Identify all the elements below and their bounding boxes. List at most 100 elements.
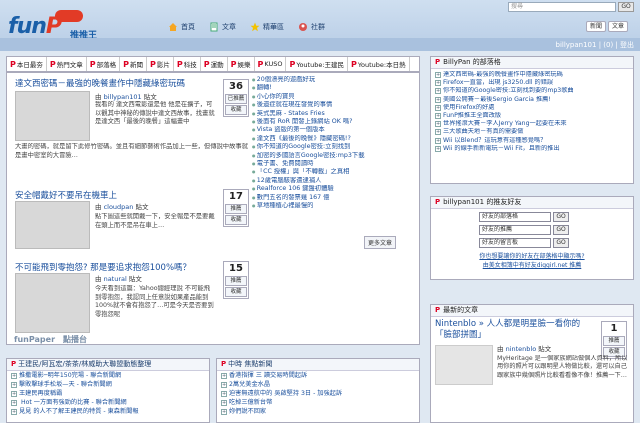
go-button[interactable]: GO [553,212,569,222]
favorite-button[interactable]: 收藏 [225,215,247,225]
list-item[interactable]: 加密的多國語言Google密技:mp3下載 [252,152,420,160]
tab-category[interactable]: P 新聞 [120,57,147,71]
list-item[interactable]: 達文西《最後的晚餐》隱藏密碼!? [252,135,420,143]
tab-category[interactable]: P 運動 [201,57,228,71]
add-news-button[interactable]: 新聞 [586,21,607,32]
plus-icon: + [221,382,227,388]
more-articles-button[interactable]: 更多文章 [364,236,397,249]
list-item[interactable]: 後面有 RoR 開發上錄網站 OK 嗎? [252,118,420,126]
list-item[interactable]: + 世界搖滾大賽－李人Jerry Yang一起要在未來 [431,120,633,128]
list-item[interactable]: Vista 盜版的第一個版本 [252,126,420,134]
author-link[interactable]: nintenblo [506,345,537,353]
article-thumbnail[interactable] [15,91,90,141]
list-item[interactable]: 「CC 授權」與「不轉載」之真相 [252,168,420,176]
search-area: 搜尋 GO [508,2,634,12]
blog-item-label: 你不知道的Google密技:立刻找到要的mp3歌曲 [443,87,574,95]
plus-icon: + [435,104,441,111]
article-thumbnail[interactable] [15,201,90,249]
article-title[interactable]: 不可能飛到零抱怨? 那是要追求抱怨100%嗎？ [15,261,415,273]
nav-community[interactable]: 社群 [298,22,325,32]
list-item[interactable]: + 香港指揮 三 讀交易時間起訴 [217,371,419,380]
tab-label: 娛樂 [237,61,251,69]
list-item[interactable]: 你不知道的Google密技:立刻找到 [252,143,420,151]
list-item[interactable]: + 妳們說不回家 [217,407,419,416]
list-item[interactable]: + 迫害無遠航中的 吳啟堅持 3日 - 加強起訴 [217,389,419,398]
logo-text: fun [8,14,47,39]
list-item[interactable]: 12歲電腦駭客遭逮捕人 [252,177,420,185]
author-link[interactable]: cloudpan [104,203,134,211]
list-item[interactable]: +2萬兌美金水晶 [217,380,419,389]
friend-blog-select[interactable]: 好友的部落格 [479,212,551,222]
blog-list: + 達文西密碼-最強的晚餐畫作中隱藏綠密玩碼 + Firefox一直當，出現 js3… [431,69,633,153]
list-item[interactable]: + 推撒電影─明年150完場 - 聯合新聞網 [7,371,209,380]
friend-message-select[interactable]: 好友的留言板 [479,238,551,248]
author-link[interactable]: natural [104,275,127,283]
recommend-button[interactable]: 推薦 [225,276,247,286]
news-box-a: P 王建民/阿瓦宏/茶茶/林威助大聯盟動態整理 + 推撒電影─明年150完場 - 聯… [6,358,210,423]
list-item[interactable]: + 美國公開賽－最後Sergio Garcia 推薦! [431,96,633,104]
diggirl-link[interactable]: 由美女相簿中有好友diggirl.net 推薦 [431,260,633,269]
list-item[interactable]: + Wii 以Blend？這玩意有這種感覺嗎？ [431,137,633,145]
list-item[interactable]: + 吃掉三億新台幣 [217,398,419,407]
latest-thumbnail[interactable] [435,345,493,385]
list-item[interactable]: + 三大歌曲天地－有真的需要做 [431,128,633,136]
list-item[interactable]: 數門五名的發票幾 167 億 [252,194,420,202]
tab-category[interactable]: P KUSO [255,57,287,71]
author-link[interactable]: billypan101 [104,93,142,101]
logo[interactable]: funP [8,14,62,39]
search-button[interactable]: GO [618,2,634,12]
list-item[interactable]: 英式黑麻 - States Fries [252,110,420,118]
friend-widget-link[interactable]: 你也想要讓你的好友在部落格中顯示嗎? [431,251,633,260]
list-item[interactable]: 小心你的寶貝 [252,93,420,101]
list-item[interactable]: + 擊敗擊球手松坂—天 - 聯合新聞網 [7,380,209,389]
search-input[interactable]: 搜尋 [508,2,616,12]
list-item[interactable]: + FunP推推王全面改版 [431,112,633,120]
tab-category[interactable]: P 娛樂 [228,57,255,71]
list-item[interactable]: + 王建民再度稱霸 [7,389,209,398]
logo-p: P [45,14,62,39]
favorite-button[interactable]: 收藏 [225,287,247,297]
nav-home[interactable]: 首頁 [168,22,195,32]
tab-category[interactable]: P 部落格 [87,57,121,71]
list-item[interactable]: + 使用Firefox的好處 [431,104,633,112]
recommend-button[interactable]: 已推薦 [225,94,247,104]
list-item[interactable]: + Wii 的線手新新電玩－Wii Fit，且新的推出 [431,145,633,153]
tab-category[interactable]: P 熱門文章 [47,57,87,71]
add-article-button[interactable]: 文章 [608,21,629,32]
nav-featured[interactable]: 精華區 [250,22,284,32]
list-item[interactable]: 草地種植心裡最慢的 [252,202,420,210]
list-item[interactable]: + 你不知道的Google密技:立刻找到要的mp3歌曲 [431,87,633,95]
list-item[interactable]: + Hot 一方面有強勁的比賽 - 聯合新聞網 [7,398,209,407]
list-item[interactable]: + 見見 的人不了解王建民的特質 - 東森新聞報 [7,407,209,416]
favorite-button[interactable]: 收藏 [225,105,247,115]
list-item[interactable]: 電子書、免費閱讀時 [252,160,420,168]
list-item[interactable]: 後遺症就在現在發覺的事情 [252,101,420,109]
tab-category[interactable]: P Youtube:王建民 [286,57,349,71]
list-item[interactable]: 翻轉! [252,84,420,92]
tab-category[interactable]: P 影片 [147,57,174,71]
friends-box: Pbillypan101 的推友好友 好友的部落格 GO 好友的推薦 GO 好友的留… [430,196,634,280]
go-button[interactable]: GO [553,225,569,235]
tab-category[interactable]: P Youtube:本日熱 [348,57,410,71]
plus-icon: + [435,145,441,152]
latest-headline[interactable]: Nintenblo » 人人都是明星臉一看你的「臉部拼圖」 [435,319,595,341]
recommend-button[interactable]: 推薦 [603,336,625,346]
nav-article[interactable]: 文章 [209,22,236,32]
recommend-button[interactable]: 推薦 [225,204,247,214]
add-buttons: 新聞 文章 [586,21,629,32]
user-info[interactable]: billypan101 | (0) | 登出 [556,40,634,50]
friend-recommend-select[interactable]: 好友的推薦 [479,225,551,235]
list-item[interactable]: Realforce 106 鍵盤初體驗 [252,185,420,193]
p-icon: P [10,59,16,69]
list-item[interactable]: + 達文西密碼-最強的晚餐畫作中隱藏綠密玩碼 [431,71,633,79]
p-icon: P [257,59,264,69]
tab-category[interactable]: P 本日最夯 [7,57,47,71]
tab-category[interactable]: P 科技 [174,57,201,71]
list-item[interactable]: + Firefox一直當，出現 js3250.dll 的錯誤 [431,79,633,87]
author-suffix: 貼文 [135,203,149,211]
list-item[interactable]: 20個漂亮的遊戲好玩 [252,76,420,84]
p-icon: P [351,59,357,69]
go-button[interactable]: GO [553,238,569,248]
author-suffix: 貼文 [143,93,157,101]
article-thumbnail[interactable] [15,273,90,333]
